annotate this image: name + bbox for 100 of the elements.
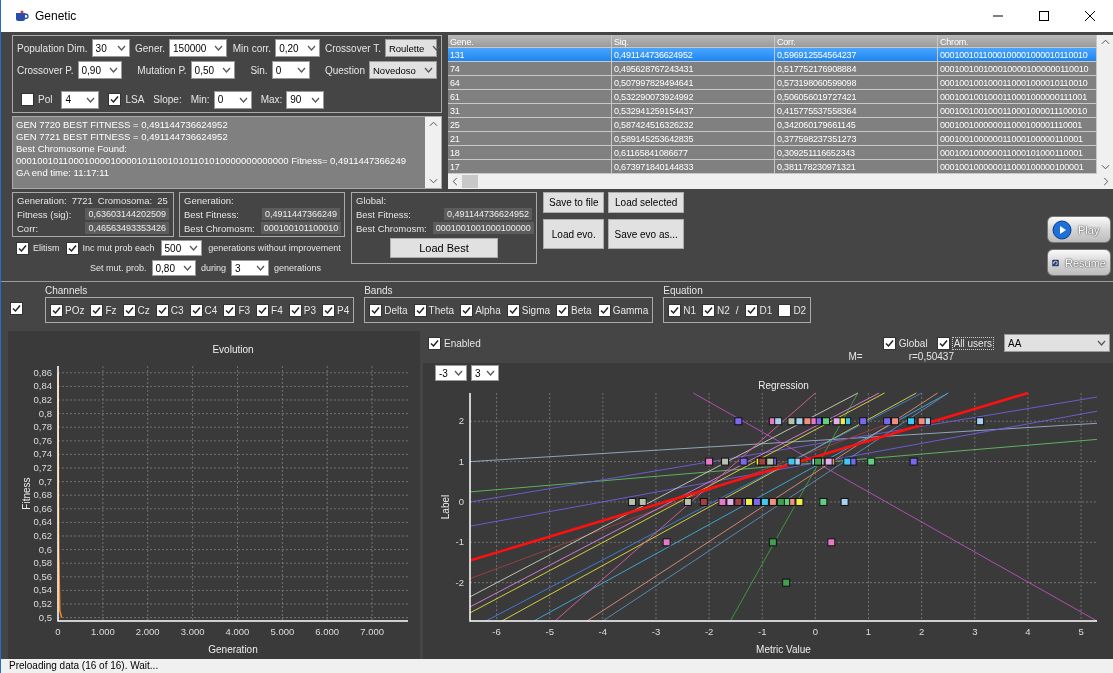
tick-label: 0: [812, 626, 819, 637]
group-title: Generation:: [184, 195, 235, 206]
field-label: Best Chromosm:: [356, 222, 427, 234]
table-cell: 131: [448, 48, 612, 62]
field-label: Crossover T.: [325, 42, 381, 54]
table-cell: 0,61165841086677: [612, 146, 775, 160]
log-line: GA end time: 11:17:11: [16, 167, 111, 179]
tick-label: -6: [492, 626, 501, 637]
table-cell: 0,532290073924992: [612, 90, 775, 104]
readonly-field: 000100101100010: [260, 222, 342, 234]
label-text: during: [201, 263, 227, 273]
readonly-field: 0001001001000100000: [432, 222, 534, 234]
tick-label: 0,82: [33, 394, 52, 405]
table-cell: 0,517752176908884: [775, 62, 938, 76]
field-label: Min:: [190, 94, 210, 106]
checkbox-label: D2: [793, 304, 807, 316]
checkbox-label: Alpha: [475, 304, 501, 316]
table-cell: 0,596912554564237: [775, 48, 938, 62]
field-label: Crossover P.: [17, 64, 74, 76]
field-label: Best Chromosm:: [184, 222, 255, 234]
readonly-field: 0,4911447366249: [262, 208, 340, 220]
label-text: Slope:: [153, 94, 182, 106]
log-line: 0001001011000100001000010110010101101010000000000000 Fitness= 0,4911447366249: [16, 155, 407, 167]
table-cell: 18: [448, 146, 612, 160]
tick-label: -2: [455, 576, 464, 588]
table-cell: 0,532941259154437: [612, 104, 775, 118]
chart-title: Evolution: [212, 344, 254, 355]
log-line: GEN 7721 BEST FITNESS = 0,491144736624952: [16, 131, 229, 143]
tick-label: 0,58: [33, 557, 52, 569]
tick-label: 0,72: [33, 462, 52, 473]
tick-label: 0,62: [33, 530, 52, 541]
tick-label: 0,84: [33, 380, 52, 392]
log-line: Best Chromosome Found:: [16, 143, 128, 155]
status-text: Preloading data (16 of 16). Wait...: [9, 660, 159, 671]
field-label: Generation:: [17, 195, 67, 206]
checkbox-label: Theta: [428, 304, 455, 316]
value-text: 7721: [71, 195, 93, 206]
tick-label: 6.000: [315, 626, 340, 637]
tick-label: 0,56: [33, 570, 52, 582]
checkbox-label: Fz: [105, 304, 117, 316]
tick-label: 0,54: [33, 584, 52, 596]
label-text: generations without improvement: [208, 243, 341, 253]
table-cell: 0,587424516326232: [612, 118, 775, 132]
checkbox-label: N2: [717, 304, 730, 316]
tick-label: -1: [758, 626, 767, 637]
checkbox-label: Global: [898, 337, 928, 349]
group-title: Channels: [45, 285, 89, 297]
checkbox-label: All users: [952, 337, 993, 349]
table-cell: 0,491144736624952: [612, 48, 775, 62]
table-cell: 0,342060179661145: [775, 118, 938, 132]
checkbox-label: Gamma: [612, 304, 649, 316]
tick-label: 3.000: [180, 626, 205, 637]
table-cell: 21: [448, 132, 612, 146]
checkbox-label: Sigma: [521, 304, 551, 316]
tick-label: 0,78: [33, 421, 52, 433]
tick-label: 2.000: [135, 626, 160, 637]
checkbox-label: N1: [683, 304, 696, 316]
value-text: r=0,50437: [908, 351, 954, 362]
readonly-field: 0,491144736624952: [444, 208, 532, 220]
tick-label: 7.000: [360, 626, 384, 637]
tick-label: 0,86: [33, 366, 52, 378]
table-cell: 74: [448, 62, 612, 76]
axis-label: Fitness: [21, 477, 32, 510]
log-line: GEN 7720 BEST FITNESS = 0,491144736624952: [16, 119, 229, 131]
checkbox-label: Pol: [38, 94, 53, 106]
field-label: Question: [324, 64, 365, 76]
tick-label: 0,6: [38, 543, 52, 555]
field-label: Min corr.: [232, 42, 272, 54]
tick-label: 0,76: [33, 434, 52, 446]
window-title: Genetic: [35, 9, 78, 23]
tick-label: 0,64: [33, 516, 52, 528]
table-cell: 31: [448, 104, 612, 118]
tick-label: 0: [458, 495, 464, 507]
table-cell: 0,377598237351273: [775, 132, 938, 146]
tick-label: 0,5: [38, 611, 52, 623]
tick-label: -3: [651, 626, 661, 637]
field-label: Max:: [260, 94, 283, 106]
tick-label: 0: [55, 626, 61, 637]
tick-label: 5.000: [270, 626, 295, 637]
axis-label: Metric Value: [756, 644, 811, 655]
checkbox-label: P4: [336, 304, 350, 316]
axis-label: Generation: [208, 644, 258, 655]
tick-label: 0,68: [33, 489, 52, 501]
tick-label: 0,7: [38, 475, 52, 487]
checkbox-label: Inc mut prob each: [82, 243, 155, 253]
group-title: Global:: [356, 195, 388, 206]
group-title: Equation: [663, 285, 704, 297]
tick-label: 3: [972, 626, 978, 637]
tick-label: -2: [704, 626, 714, 637]
tick-label: 0,66: [33, 502, 52, 514]
checkbox-label: D1: [759, 304, 773, 316]
tick-label: 1: [865, 626, 872, 637]
field-label: Cromosoma:: [97, 195, 153, 206]
tick-label: -1: [455, 536, 464, 548]
label-text: generations: [274, 263, 322, 273]
table-cell: 0,495628767243431: [612, 62, 775, 76]
checkbox-label: C3: [170, 304, 184, 316]
table-cell: 25: [448, 118, 612, 132]
checkbox-label: Enabled: [444, 337, 481, 349]
axis-label: Label: [440, 494, 451, 520]
